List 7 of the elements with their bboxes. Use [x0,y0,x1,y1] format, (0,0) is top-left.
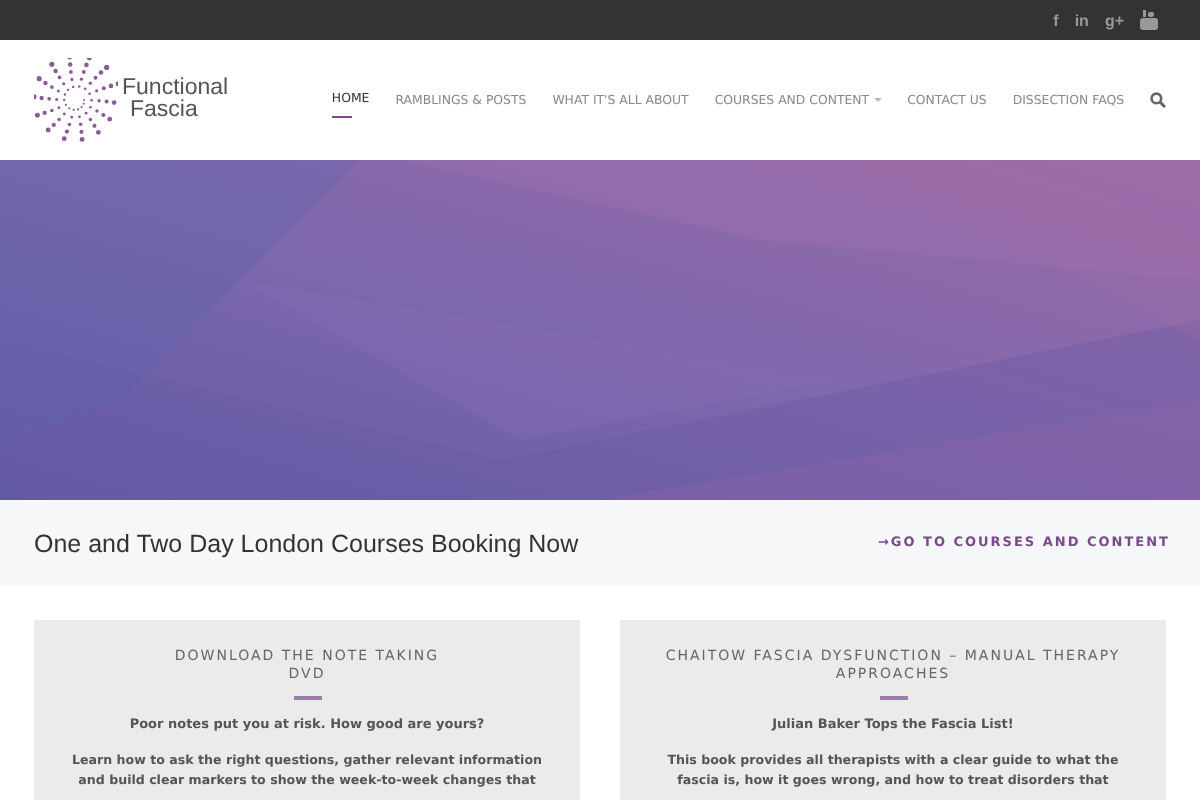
banner-title: One and Two Day London Courses Booking Now [34,529,579,557]
social-link[interactable]: g+ [1104,11,1124,29]
social-link[interactable]: f [1053,11,1059,29]
logo-text[interactable]: Fascia [122,100,229,122]
social-link[interactable]: in [1074,11,1089,29]
search-icon[interactable] [1150,92,1166,108]
logo-text[interactable]: Functional [122,78,229,100]
